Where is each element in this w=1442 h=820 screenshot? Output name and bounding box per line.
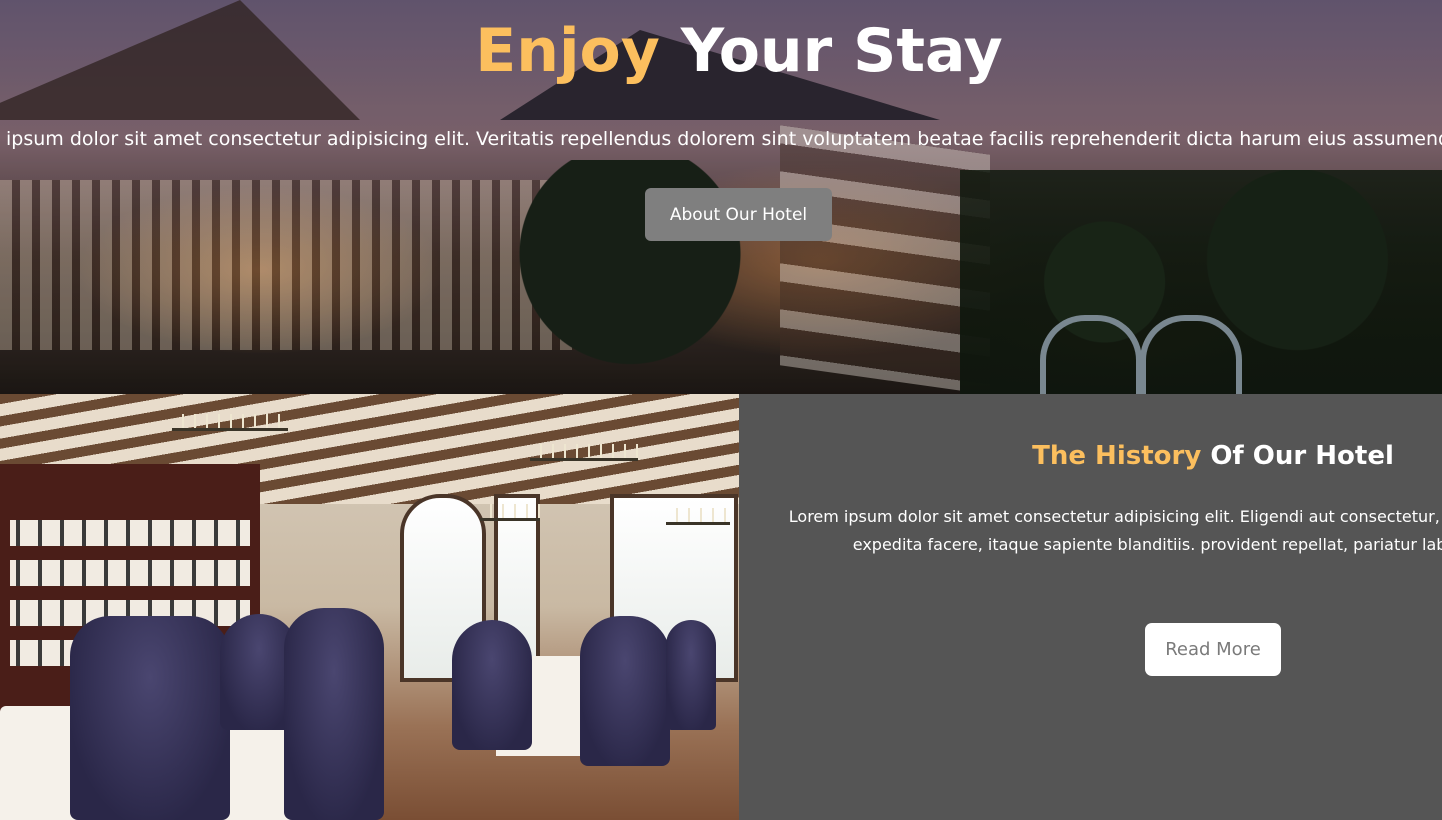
read-more-button[interactable]: Read More: [1145, 623, 1281, 676]
history-title-accent: The History: [1032, 441, 1202, 471]
history-description: Lorem ipsum dolor sit amet consectetur a…: [788, 507, 1442, 554]
velvet-chair: [284, 608, 384, 820]
hero-banner: Enjoy Your Stay ipsum dolor sit amet con…: [0, 0, 1442, 394]
wine-shelf: [10, 520, 250, 546]
velvet-chair: [452, 620, 532, 750]
velvet-chair: [666, 620, 716, 730]
chandelier: [172, 414, 288, 431]
velvet-chair: [580, 616, 670, 766]
hero-title-accent: Enjoy: [475, 16, 660, 86]
hero-description: ipsum dolor sit amet consectetur adipisi…: [0, 128, 1442, 150]
about-our-hotel-button[interactable]: About Our Hotel: [645, 188, 832, 241]
chandelier: [530, 444, 638, 461]
hero-description-text: ipsum dolor sit amet consectetur adipisi…: [6, 128, 1442, 150]
hero-title-rest: Your Stay: [659, 16, 1003, 86]
chandelier: [666, 508, 730, 525]
history-title: The History Of Our Hotel: [739, 441, 1442, 471]
velvet-chair: [70, 616, 230, 820]
chandelier: [480, 504, 540, 521]
hero-title: Enjoy Your Stay: [18, 16, 1442, 86]
wine-shelf: [10, 560, 250, 586]
history-title-rest: Of Our Hotel: [1201, 441, 1394, 471]
restaurant-image: [0, 394, 739, 820]
hotel-history-section: The History Of Our Hotel Lorem ipsum dol…: [739, 394, 1442, 820]
